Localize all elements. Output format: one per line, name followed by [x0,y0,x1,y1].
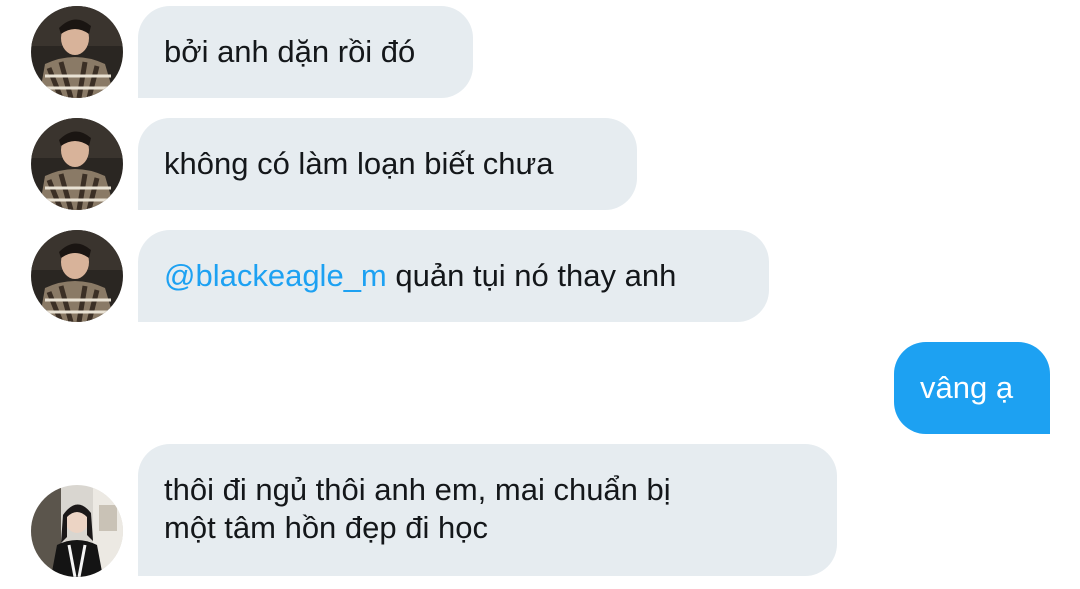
male-avatar-image [31,6,123,98]
male-avatar-image [31,230,123,322]
message-text: quản tụi nó thay anh [386,258,677,293]
sender-avatar[interactable] [31,118,123,210]
message-text: vâng ạ [920,370,1014,405]
message-bubble[interactable]: @blackeagle_m quản tụi nó thay anh [138,230,769,322]
own-message-bubble[interactable]: vâng ạ [894,342,1050,434]
user-mention-link[interactable]: @blackeagle_m [164,258,387,293]
message-text: không có làm loạn biết chưa [164,146,554,181]
male-avatar-image [31,118,123,210]
message-bubble[interactable]: thôi đi ngủ thôi anh em, mai chuẩn bị mộ… [138,444,837,576]
conversation-thread: bởi anh dặn rồi đó không có làm loạn biế… [0,0,1080,589]
sender-avatar[interactable] [31,230,123,322]
message-bubble[interactable]: không có làm loạn biết chưa [138,118,637,210]
female-avatar-image [31,485,123,577]
sender-avatar[interactable] [31,6,123,98]
message-text-line: thôi đi ngủ thôi anh em, mai chuẩn bị [164,472,671,507]
message-text: bởi anh dặn rồi đó [164,34,416,69]
sender-avatar[interactable] [31,485,123,577]
message-text-line: một tâm hồn đẹp đi học [164,510,488,545]
message-bubble[interactable]: bởi anh dặn rồi đó [138,6,473,98]
